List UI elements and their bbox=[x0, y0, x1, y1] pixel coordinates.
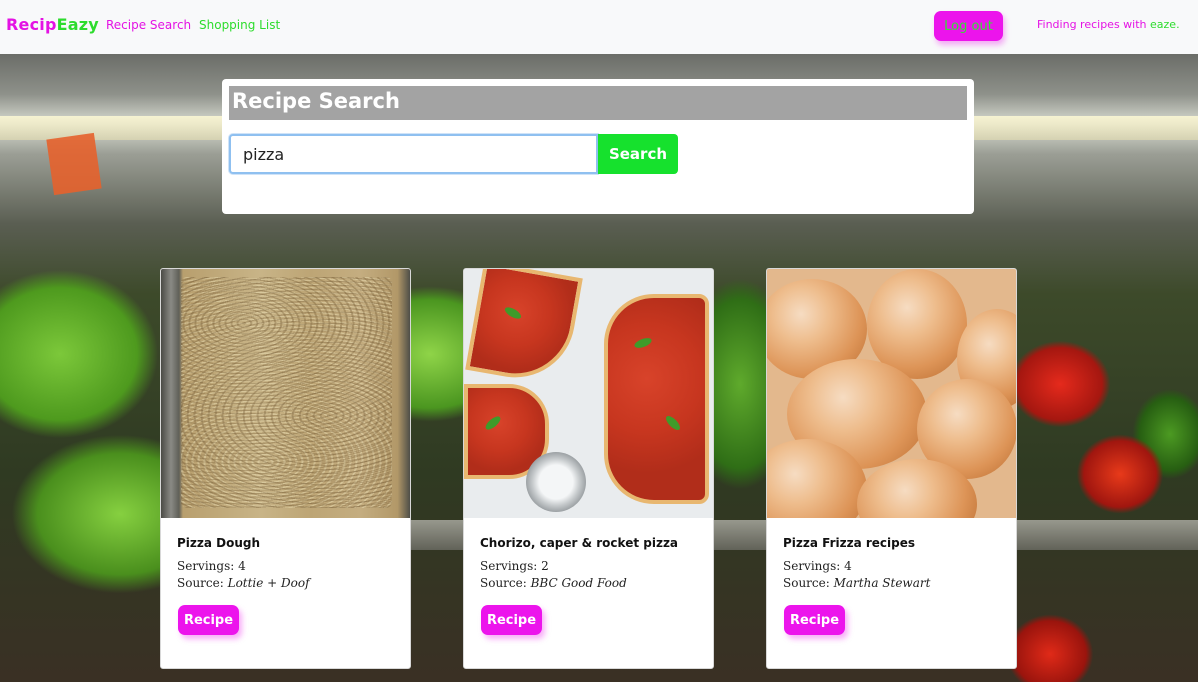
recipe-title: Pizza Frizza recipes bbox=[783, 536, 916, 550]
recipe-servings: Servings: 2 bbox=[480, 559, 549, 573]
search-button[interactable]: Search bbox=[598, 134, 678, 174]
recipe-source: Source: Martha Stewart bbox=[783, 576, 930, 590]
recipe-button[interactable]: Recipe bbox=[481, 605, 542, 635]
recipe-image-pizza-dough[interactable] bbox=[161, 269, 410, 518]
brand-part-recip: Recip bbox=[6, 15, 57, 34]
pizza-cutter bbox=[526, 452, 586, 512]
navbar: RecipEazy Recipe Search Shopping List Lo… bbox=[0, 0, 1198, 54]
recipe-servings: Servings: 4 bbox=[177, 559, 246, 573]
tagline-text: Finding recipes with bbox=[1037, 18, 1151, 31]
recipe-servings: Servings: 4 bbox=[783, 559, 852, 573]
brand-logo[interactable]: RecipEazy bbox=[6, 15, 99, 34]
ceiling-light bbox=[970, 116, 1198, 140]
logout-button[interactable]: Log out bbox=[934, 11, 1003, 41]
brand-part-eazy: Eazy bbox=[56, 15, 99, 34]
recipe-card: Pizza Frizza recipes Servings: 4 Source:… bbox=[766, 268, 1017, 669]
nav-link-shopping-list[interactable]: Shopping List bbox=[199, 18, 280, 32]
pizza-slice bbox=[465, 269, 583, 387]
source-name: BBC Good Food bbox=[530, 576, 627, 590]
source-name: Martha Stewart bbox=[833, 576, 931, 590]
source-name: Lottie + Doof bbox=[227, 576, 310, 590]
dough-texture bbox=[181, 277, 392, 508]
source-label: Source: bbox=[783, 576, 834, 590]
nav-link-recipe-search[interactable]: Recipe Search bbox=[106, 18, 191, 32]
recipe-button[interactable]: Recipe bbox=[178, 605, 239, 635]
tagline: Finding recipes with eaze. bbox=[1037, 18, 1180, 31]
shelf-price-tag bbox=[46, 132, 102, 196]
source-label: Source: bbox=[177, 576, 228, 590]
pizza-slice bbox=[604, 294, 709, 504]
source-label: Source: bbox=[480, 576, 531, 590]
recipe-card: Chorizo, caper & rocket pizza Servings: … bbox=[463, 268, 714, 669]
tagline-accent: eaze. bbox=[1150, 18, 1180, 31]
recipe-image-pizza-frizza[interactable] bbox=[767, 269, 1016, 518]
recipe-title: Chorizo, caper & rocket pizza bbox=[480, 536, 679, 550]
search-input[interactable] bbox=[229, 134, 598, 174]
recipe-card: Pizza Dough Servings: 4 Source: Lottie +… bbox=[160, 268, 411, 669]
recipe-source: Source: Lottie + Doof bbox=[177, 576, 310, 590]
search-panel: Recipe Search Search bbox=[222, 79, 974, 214]
recipe-button[interactable]: Recipe bbox=[784, 605, 845, 635]
recipe-image-chorizo-pizza[interactable] bbox=[464, 269, 713, 518]
recipe-source: Source: BBC Good Food bbox=[480, 576, 627, 590]
recipe-title: Pizza Dough bbox=[177, 536, 261, 550]
ceiling-light bbox=[0, 116, 230, 140]
search-title: Recipe Search bbox=[229, 86, 967, 120]
